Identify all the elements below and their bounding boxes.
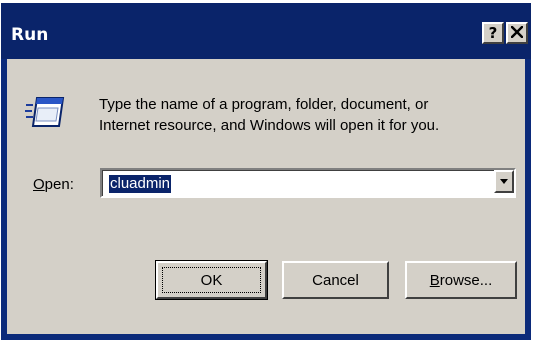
run-icon [25,95,65,129]
open-input-value[interactable]: cluadmin [109,175,172,193]
close-button[interactable] [506,22,528,44]
dialog-body: Type the name of a program, folder, docu… [7,59,525,334]
help-icon: ? [488,24,498,42]
description-line-2: Internet resource, and Windows will open… [99,117,440,134]
focus-rectangle [162,267,261,293]
run-description: Type the name of a program, folder, docu… [99,94,509,136]
open-combobox[interactable]: cluadmin [100,168,516,198]
browse-button-label: rowse... [439,271,493,289]
run-dialog: Run ? Type the name of a program, folder… [1,3,531,340]
open-input[interactable]: cluadmin [102,170,514,196]
description-line-1: Type the name of a program, folder, docu… [99,96,429,113]
title-bar[interactable]: Run ? [1,3,531,59]
ok-button[interactable]: OK [155,260,268,300]
browse-accelerator: B [429,271,440,289]
close-icon [510,24,524,42]
open-label-text: pen: [44,176,74,193]
open-label-accelerator: O [33,176,45,193]
cancel-button-label: Cancel [312,271,359,289]
dropdown-button[interactable] [494,170,514,193]
cancel-button[interactable]: Cancel [282,261,389,299]
chevron-down-icon [500,178,508,184]
open-label: Open: [33,176,74,193]
window-title: Run [11,25,49,45]
browse-button[interactable]: Browse... [405,261,517,299]
help-button[interactable]: ? [482,22,504,44]
